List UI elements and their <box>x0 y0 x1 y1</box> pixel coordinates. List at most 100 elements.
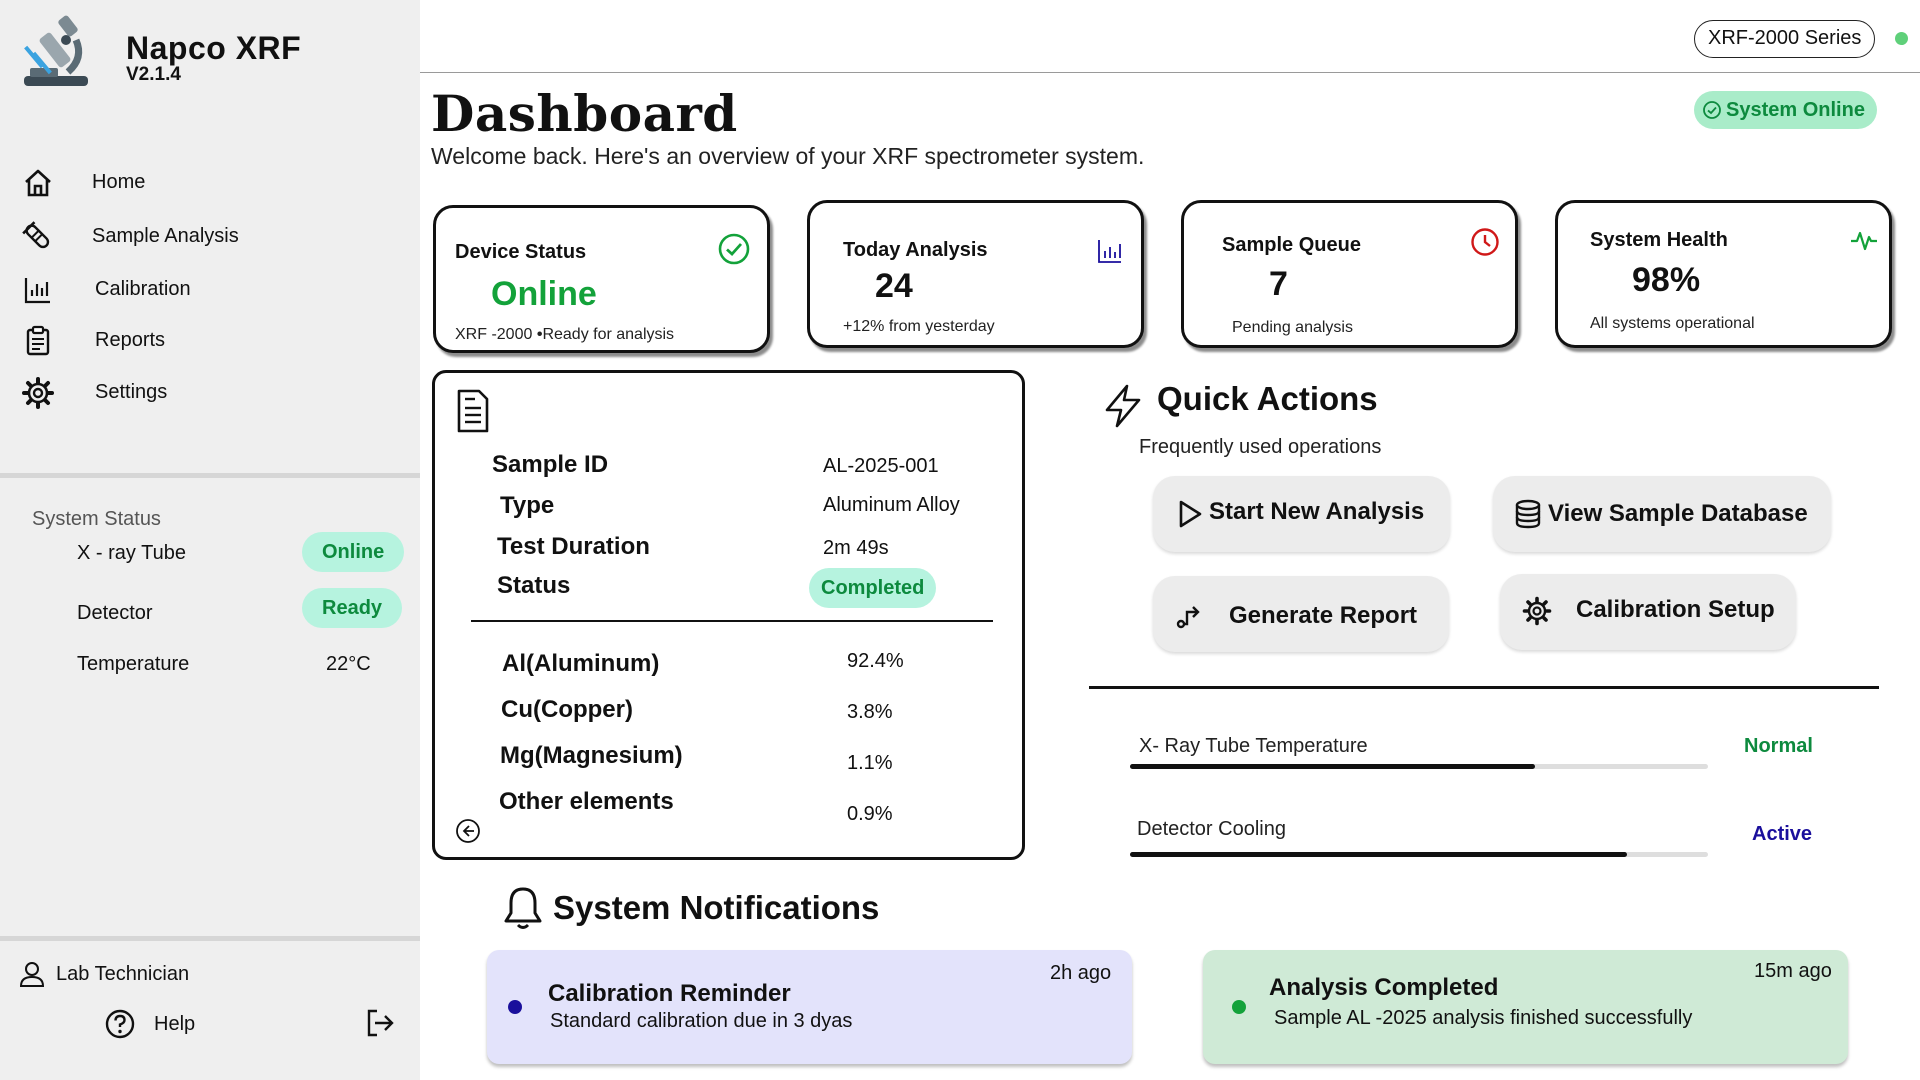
help-label: Help <box>154 1013 196 1035</box>
xray-temperature-bar-fill <box>1130 764 1535 769</box>
notification-dot <box>1232 1000 1246 1014</box>
route-icon <box>1176 606 1200 629</box>
sidebar: Napco XRF V2.1.4 Home Sample Analysis Ca… <box>0 0 420 1080</box>
nav-label-settings: Settings <box>95 381 168 403</box>
element-value: 0.9% <box>847 803 893 825</box>
back-arrow-icon[interactable] <box>455 818 481 844</box>
test-duration-value: 2m 49s <box>823 537 889 559</box>
notification-message: Standard calibration due in 3 dyas <box>550 1010 853 1032</box>
device-status-value: Online <box>491 275 597 313</box>
gear-icon <box>22 377 54 409</box>
view-sample-database-label: View Sample Database <box>1548 500 1808 527</box>
bar-chart-icon <box>1098 240 1121 263</box>
notification-time: 2h ago <box>1050 962 1112 984</box>
check-circle-icon <box>1703 101 1721 119</box>
sample-detail-card: Sample ID AL-2025-001 Type Aluminum Allo… <box>432 370 1025 860</box>
sample-divider <box>471 620 993 622</box>
help-icon <box>105 1009 135 1039</box>
page-title: Dashboard <box>431 84 738 143</box>
xray-temperature-state: Normal <box>1744 735 1813 757</box>
system-status-title: System Status <box>32 508 161 530</box>
today-analysis-trend: +12% from yesterday <box>843 318 995 335</box>
help-button[interactable]: Help <box>104 1006 224 1042</box>
card-title: Device Status <box>455 241 587 263</box>
gear-icon <box>1522 596 1552 626</box>
app-name: Napco XRF <box>126 30 302 66</box>
top-bar: XRF-2000 Series <box>420 0 1920 73</box>
document-icon <box>457 389 489 433</box>
device-model-label: XRF -2000 <box>455 326 533 343</box>
element-value: 1.1% <box>847 752 893 774</box>
sample-queue-card: Sample Queue 7 Pending analysis <box>1181 200 1518 348</box>
notification-title: Analysis Completed <box>1269 974 1499 1001</box>
system-health-card: System Health 98% All systems operationa… <box>1555 200 1892 348</box>
lightning-bolt-icon <box>1105 384 1141 428</box>
status-label-temperature: Temperature <box>77 653 190 675</box>
logout-icon[interactable] <box>364 1007 396 1039</box>
element-value: 92.4% <box>847 650 904 672</box>
database-icon <box>1515 499 1541 529</box>
test-duration-label: Test Duration <box>497 533 650 560</box>
user-profile[interactable]: Lab Technician <box>18 958 318 994</box>
connection-status-dot <box>1895 32 1908 45</box>
generate-report-button[interactable]: Generate Report <box>1153 576 1449 652</box>
system-online-label: System Online <box>1726 99 1865 121</box>
quick-actions-subtitle: Frequently used operations <box>1139 436 1382 458</box>
nav-label-sample-analysis: Sample Analysis <box>92 225 239 247</box>
detector-status-badge: Ready <box>302 588 403 628</box>
device-series-selector[interactable]: XRF-2000 Series <box>1694 20 1876 58</box>
element-name: Al(Aluminum) <box>502 650 660 677</box>
notification-time: 15m ago <box>1754 960 1832 982</box>
system-health-value: 98% <box>1632 261 1701 299</box>
nav-item-home[interactable]: Home <box>22 163 402 203</box>
metric-label-detector-cooling: Detector Cooling <box>1137 818 1286 840</box>
device-model: XRF -2000 •Ready for analysis <box>455 326 674 344</box>
bell-icon <box>504 887 542 929</box>
nav-label-home: Home <box>92 171 146 193</box>
nav-item-sample-analysis[interactable]: Sample Analysis <box>22 217 402 257</box>
calibration-setup-button[interactable]: Calibration Setup <box>1500 574 1796 650</box>
clock-icon <box>1471 228 1499 256</box>
user-name: Lab Technician <box>56 963 190 985</box>
sample-type-value: Aluminum Alloy <box>823 494 960 516</box>
sample-queue-subtext: Pending analysis <box>1232 319 1353 336</box>
temperature-value: 22°C <box>326 653 371 675</box>
status-row-xray-tube: X - ray Tube Online <box>0 532 420 574</box>
xray-temperature-bar <box>1130 764 1708 769</box>
notification-title: Calibration Reminder <box>548 980 791 1007</box>
generate-report-label: Generate Report <box>1229 602 1418 629</box>
status-label-detector: Detector <box>77 602 153 624</box>
user-icon <box>19 962 45 987</box>
card-title: System Health <box>1590 229 1728 251</box>
nav-item-settings[interactable]: Settings <box>22 373 402 413</box>
nav-item-reports[interactable]: Reports <box>22 321 402 361</box>
nav-label-reports: Reports <box>95 329 166 351</box>
notification-calibration-reminder[interactable]: Calibration Reminder Standard calibratio… <box>487 950 1132 1064</box>
sample-type-label: Type <box>500 492 555 519</box>
calibration-setup-label: Calibration Setup <box>1576 596 1775 623</box>
bar-chart-icon <box>24 278 50 304</box>
notification-analysis-completed[interactable]: Analysis Completed Sample AL -2025 analy… <box>1203 950 1848 1064</box>
sample-status-badge: Completed <box>809 568 937 608</box>
status-row-temperature: Temperature 22°C <box>0 643 420 685</box>
element-value: 3.8% <box>847 701 893 723</box>
device-ready-text: Ready for analysis <box>542 326 675 343</box>
notification-dot <box>508 1000 522 1014</box>
start-new-analysis-button[interactable]: Start New Analysis <box>1153 476 1450 552</box>
microscope-logo-icon <box>24 15 88 86</box>
nav-item-calibration[interactable]: Calibration <box>22 270 402 310</box>
clipboard-icon <box>26 325 50 356</box>
view-sample-database-button[interactable]: View Sample Database <box>1493 476 1831 552</box>
detector-cooling-bar-fill <box>1130 852 1628 857</box>
metric-label-xray-tube-temperature: X- Ray Tube Temperature <box>1139 735 1368 757</box>
card-title: Today Analysis <box>843 239 988 261</box>
notification-message: Sample AL -2025 analysis finished succes… <box>1274 1007 1693 1029</box>
test-tube-icon <box>22 221 50 249</box>
start-new-analysis-label: Start New Analysis <box>1209 498 1425 525</box>
status-row-detector: Detector Ready <box>0 588 420 630</box>
activity-pulse-icon <box>1851 231 1877 251</box>
detector-cooling-state: Active <box>1752 823 1813 845</box>
sidebar-divider <box>0 473 420 478</box>
status-label-xray-tube: X - ray Tube <box>77 542 186 564</box>
system-online-badge: System Online <box>1694 91 1877 129</box>
